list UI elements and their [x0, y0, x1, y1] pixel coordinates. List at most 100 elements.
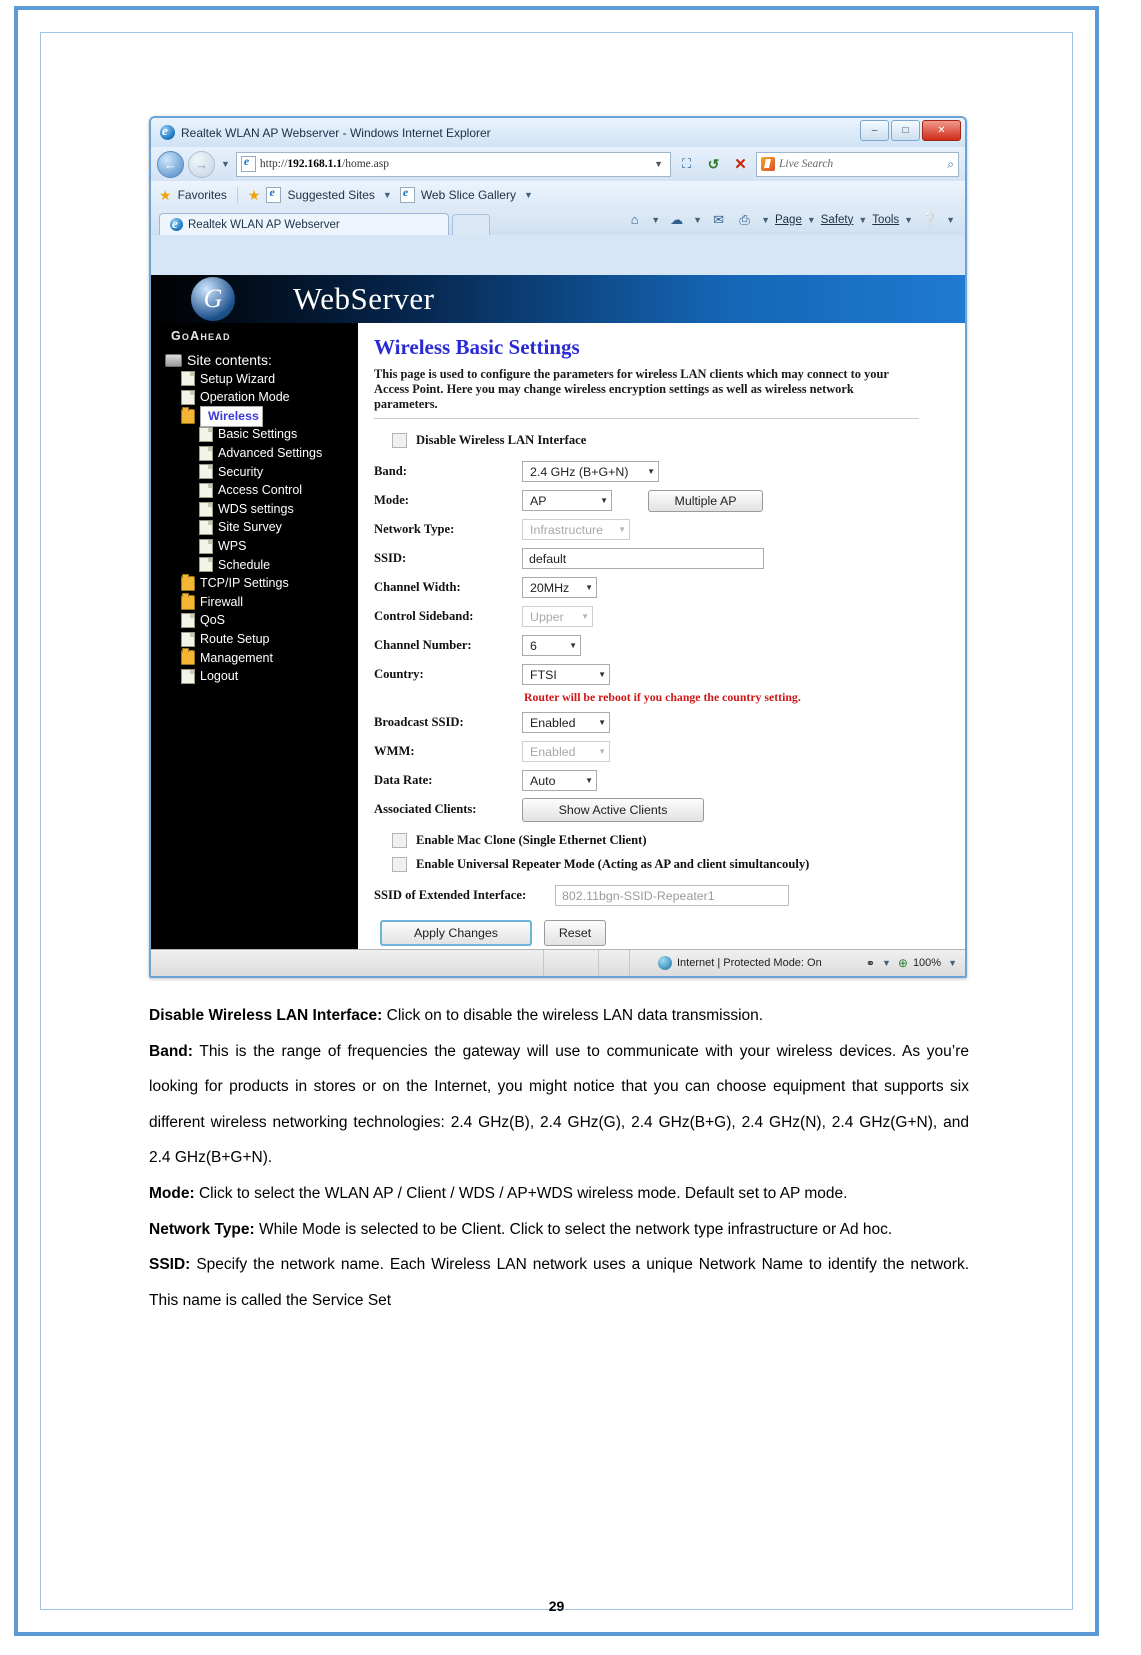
- menu-page[interactable]: Page: [775, 214, 802, 226]
- sidebar-item-label: WDS settings: [218, 501, 294, 516]
- multiple-ap-button[interactable]: Multiple AP: [648, 489, 763, 512]
- zone-settings-icon[interactable]: ⚭: [866, 957, 875, 970]
- close-button[interactable]: ✕: [922, 120, 961, 141]
- page-chevron-down-icon[interactable]: ▼: [807, 215, 816, 225]
- show-active-clients-button[interactable]: Show Active Clients: [522, 797, 704, 822]
- minimize-button[interactable]: –: [860, 120, 889, 141]
- sidebar-item-wds-settings[interactable]: WDS settings: [151, 500, 358, 519]
- mac-clone-label: Enable Mac Clone (Single Ethernet Client…: [416, 833, 647, 847]
- new-tab-button[interactable]: [452, 214, 490, 235]
- suggested-sites-label[interactable]: Suggested Sites: [287, 188, 374, 202]
- data-rate-select[interactable]: Auto ▼: [522, 770, 597, 791]
- feeds-chevron-down-icon[interactable]: ▼: [693, 215, 702, 225]
- tools-chevron-down-icon[interactable]: ▼: [904, 215, 913, 225]
- channel-number-value: 6: [530, 638, 537, 653]
- sidebar-item-basic-settings[interactable]: Basic Settings: [151, 425, 358, 444]
- sidebar-item-label: Basic Settings: [218, 427, 298, 442]
- ssid-input[interactable]: default: [522, 548, 764, 569]
- mail-icon[interactable]: ✉: [707, 207, 730, 232]
- address-dropdown-chevron-down-icon[interactable]: ▼: [651, 159, 666, 169]
- sidebar-item-advanced-settings[interactable]: Advanced Settings: [151, 444, 358, 463]
- web-slice-chevron-down-icon[interactable]: ▼: [524, 190, 533, 200]
- search-box[interactable]: Live Search ⌕: [756, 151, 959, 177]
- menu-tools[interactable]: Tools: [872, 214, 899, 226]
- document-icon: [199, 482, 213, 498]
- main-content: Wireless Basic Settings This page is use…: [358, 323, 965, 950]
- favorites-star-icon[interactable]: ★: [159, 187, 172, 204]
- menu-safety[interactable]: Safety: [821, 214, 854, 226]
- help-chevron-down-icon[interactable]: ▼: [946, 215, 955, 225]
- suggested-sites-chevron-down-icon[interactable]: ▼: [383, 190, 392, 200]
- safety-chevron-down-icon[interactable]: ▼: [858, 215, 867, 225]
- sidebar-item-route-setup[interactable]: Route Setup: [151, 630, 358, 649]
- sidebar-item-setup-wizard[interactable]: Setup Wizard: [151, 370, 358, 389]
- favorites-label[interactable]: Favorites: [178, 188, 227, 202]
- form-actions: Apply Changes Reset: [380, 920, 965, 946]
- apply-changes-button[interactable]: Apply Changes: [380, 920, 532, 946]
- address-bar[interactable]: http://192.168.1.1/home.asp ▼: [235, 151, 671, 177]
- sidebar-item-label: Logout: [200, 669, 239, 684]
- search-icon[interactable]: ⌕: [947, 157, 954, 172]
- document-icon: [181, 371, 195, 387]
- disable-wlan-checkbox[interactable]: [392, 433, 407, 448]
- home-icon[interactable]: ⌂: [623, 207, 646, 232]
- sidebar-item-operation-mode[interactable]: Operation Mode: [151, 388, 358, 407]
- wmm-label: WMM:: [374, 744, 415, 758]
- sidebar-item-wireless[interactable]: Wireless: [151, 405, 358, 427]
- sidebar-item-management[interactable]: Management: [151, 648, 358, 668]
- repeater-mode-row[interactable]: Enable Universal Repeater Mode (Acting a…: [392, 857, 965, 872]
- sidebar-item-security[interactable]: Security: [151, 463, 358, 482]
- sidebar-item-tcpip-settings[interactable]: TCP/IP Settings: [151, 573, 358, 593]
- repeater-mode-checkbox[interactable]: [392, 857, 407, 872]
- country-select[interactable]: FTSI ▼: [522, 664, 610, 685]
- mode-select[interactable]: AP ▼: [522, 490, 612, 511]
- sidebar-item-access-control[interactable]: Access Control: [151, 481, 358, 500]
- broadcast-ssid-select[interactable]: Enabled ▼: [522, 712, 610, 733]
- channel-number-select[interactable]: 6 ▼: [522, 635, 581, 656]
- zoom-chevron-down-icon[interactable]: ▼: [948, 958, 957, 968]
- web-slice-label[interactable]: Web Slice Gallery: [421, 188, 516, 202]
- sidebar-item-schedule[interactable]: Schedule: [151, 556, 358, 575]
- tree-root-site-contents: Site contents:: [151, 351, 358, 370]
- document-icon: [181, 389, 195, 405]
- text-network-type: While Mode is selected to be Client. Cli…: [254, 1220, 893, 1238]
- reset-button[interactable]: Reset: [544, 920, 606, 946]
- print-icon[interactable]: ⎙: [733, 207, 756, 232]
- back-button[interactable]: ←: [157, 150, 184, 178]
- sidebar-item-logout[interactable]: Logout: [151, 667, 358, 686]
- tab-realtek-webserver[interactable]: Realtek WLAN AP Webserver: [159, 213, 449, 235]
- sidebar-item-wps[interactable]: WPS: [151, 537, 358, 556]
- repeater-mode-label: Enable Universal Repeater Mode (Acting a…: [416, 857, 810, 871]
- mode-label: Mode:: [374, 493, 409, 507]
- compatibility-view-icon[interactable]: ⛶: [675, 152, 698, 177]
- channel-width-value: 20MHz: [530, 580, 570, 595]
- help-icon[interactable]: ❔: [918, 207, 941, 232]
- print-chevron-down-icon[interactable]: ▼: [761, 215, 770, 225]
- zone-chevron-down-icon[interactable]: ▼: [882, 958, 891, 968]
- sidebar-item-site-survey[interactable]: Site Survey: [151, 518, 358, 537]
- page-number: 29: [548, 1598, 565, 1614]
- maximize-button[interactable]: □: [891, 120, 920, 141]
- document-icon: [181, 668, 195, 684]
- stop-icon[interactable]: ✕: [729, 152, 752, 177]
- feeds-icon[interactable]: ☁: [665, 207, 688, 232]
- refresh-icon[interactable]: ↺: [702, 152, 725, 177]
- channel-width-select[interactable]: 20MHz ▼: [522, 577, 597, 598]
- broadcast-ssid-value: Enabled: [530, 715, 576, 730]
- sidebar-item-qos[interactable]: QoS: [151, 611, 358, 630]
- add-favorite-star-icon[interactable]: ★: [248, 187, 261, 204]
- band-select[interactable]: 2.4 GHz (B+G+N) ▼: [522, 461, 659, 482]
- data-rate-row: Data Rate: Auto ▼: [374, 766, 965, 795]
- recent-pages-chevron-down-icon[interactable]: ▼: [221, 159, 230, 169]
- page-description: This page is used to configure the param…: [374, 367, 889, 411]
- home-chevron-down-icon[interactable]: ▼: [651, 215, 660, 225]
- zoom-icon[interactable]: ⊕: [898, 956, 908, 970]
- zoom-level[interactable]: 100%: [913, 957, 941, 969]
- mac-clone-row[interactable]: Enable Mac Clone (Single Ethernet Client…: [392, 833, 965, 848]
- disable-wlan-row[interactable]: Disable Wireless LAN Interface: [392, 433, 965, 448]
- forward-button[interactable]: →: [188, 150, 215, 178]
- sidebar-item-firewall[interactable]: Firewall: [151, 592, 358, 612]
- mac-clone-checkbox[interactable]: [392, 833, 407, 848]
- paragraph-disable-wireless: Disable Wireless LAN Interface: Click on…: [149, 998, 969, 1034]
- extended-ssid-input[interactable]: 802.11bgn-SSID-Repeater1: [555, 885, 789, 906]
